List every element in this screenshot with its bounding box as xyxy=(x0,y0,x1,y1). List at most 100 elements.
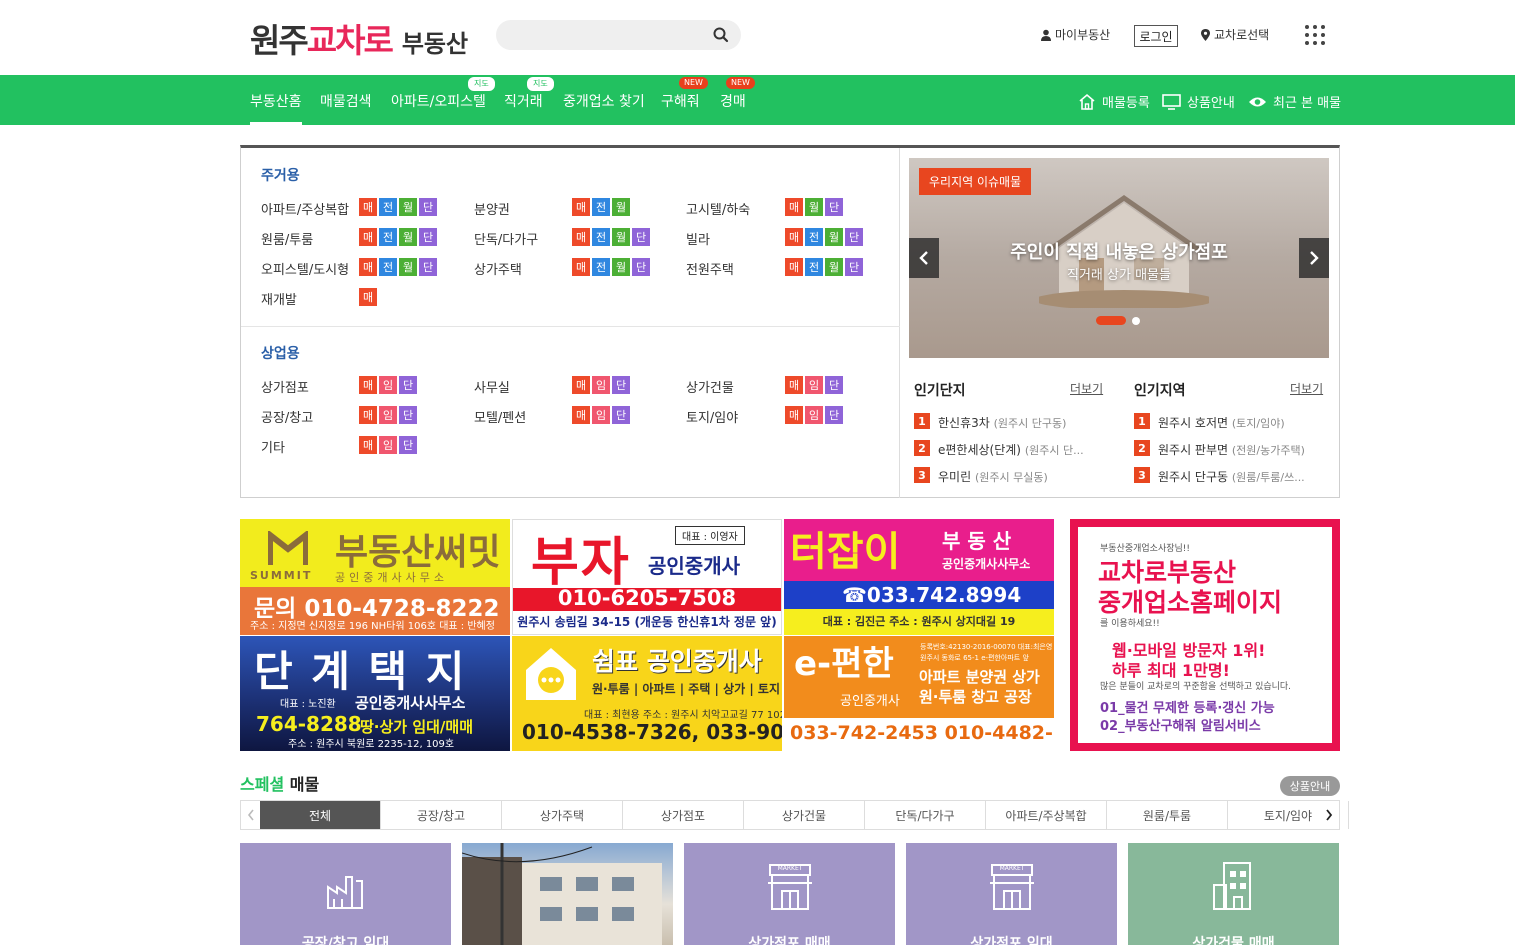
deal-type-badge[interactable]: 매 xyxy=(359,228,377,246)
popular-complex-item[interactable]: e편한세상(단계) (원주시 단... xyxy=(938,441,1098,458)
region-select-link[interactable]: 교차로선택 xyxy=(1200,26,1269,43)
deal-type-badge[interactable]: 단 xyxy=(825,406,843,424)
deal-type-badge[interactable]: 전 xyxy=(592,198,610,216)
category-link[interactable]: 분양권 xyxy=(474,199,510,218)
deal-type-badge[interactable]: 단 xyxy=(632,228,650,246)
popular-complex-item[interactable]: 우미린 (원주시 무실동) xyxy=(938,468,1098,485)
tabs-prev-button[interactable] xyxy=(241,801,260,829)
deal-type-badge[interactable]: 매 xyxy=(572,406,590,424)
deal-type-badge[interactable]: 전 xyxy=(379,198,397,216)
deal-type-badge[interactable]: 단 xyxy=(845,228,863,246)
slider-dot[interactable] xyxy=(1132,316,1140,325)
deal-type-badge[interactable]: 매 xyxy=(359,406,377,424)
special-tab[interactable]: 상가점포 xyxy=(623,801,744,829)
nav-search[interactable]: 매물검색 xyxy=(320,91,372,111)
nav-product-info[interactable]: 상품안내 xyxy=(1162,92,1235,111)
nav-home[interactable]: 부동산홈 xyxy=(250,91,302,125)
tabs-next-button[interactable] xyxy=(1319,801,1339,829)
deal-type-badge[interactable]: 매 xyxy=(785,376,803,394)
nav-find-agency[interactable]: 중개업소 찾기 xyxy=(563,91,645,111)
search-input[interactable] xyxy=(510,25,700,45)
deal-type-badge[interactable]: 월 xyxy=(399,228,417,246)
deal-type-badge[interactable]: 월 xyxy=(399,198,417,216)
special-tab[interactable]: 전체 xyxy=(260,801,381,829)
banner-swipyo[interactable]: 쉼표 공인중개사 원·투룸 | 아파트 | 주택 | 상가 | 토지 | 창고 … xyxy=(512,636,782,751)
deal-type-badge[interactable]: 전 xyxy=(805,228,823,246)
special-card-building-sale[interactable]: 상가건물 매매 xyxy=(1128,843,1339,945)
special-info-button[interactable]: 상품안내 xyxy=(1280,776,1340,796)
category-link[interactable]: 토지/임야 xyxy=(686,407,738,426)
deal-type-badge[interactable]: 매 xyxy=(785,198,803,216)
special-card-store-sale[interactable]: MARKET 상가점포 매매 xyxy=(684,843,895,945)
issue-slider[interactable]: 우리지역 이슈매물 주인이 직접 내놓은 상가점포 직거래 상가 매물들 xyxy=(909,158,1329,358)
deal-type-badge[interactable]: 임 xyxy=(805,406,823,424)
nav-apartment[interactable]: 아파트/오피스텔 지도 xyxy=(391,77,495,111)
deal-type-badge[interactable]: 단 xyxy=(419,228,437,246)
slider-prev-button[interactable] xyxy=(909,238,939,278)
category-link[interactable]: 고시텔/하숙 xyxy=(686,199,750,218)
special-card-photo[interactable] xyxy=(462,843,673,945)
deal-type-badge[interactable]: 전 xyxy=(379,228,397,246)
deal-type-badge[interactable]: 매 xyxy=(572,198,590,216)
deal-type-badge[interactable]: 매 xyxy=(785,228,803,246)
deal-type-badge[interactable]: 임 xyxy=(379,376,397,394)
category-link[interactable]: 상가주택 xyxy=(474,259,522,278)
deal-type-badge[interactable]: 매 xyxy=(572,376,590,394)
deal-type-badge[interactable]: 임 xyxy=(592,376,610,394)
banner-summit[interactable]: 부동산써밋 SUMMIT 공인중개사사무소 문의 010-4728-8222 주… xyxy=(240,519,510,635)
special-tab[interactable]: 단독/다가구 xyxy=(865,801,986,829)
category-link[interactable]: 재개발 xyxy=(261,289,297,308)
deal-type-badge[interactable]: 단 xyxy=(419,258,437,276)
popular-complex-more[interactable]: 더보기 xyxy=(1070,380,1103,397)
deal-type-badge[interactable]: 단 xyxy=(399,406,417,424)
category-link[interactable]: 빌라 xyxy=(686,229,710,248)
deal-type-badge[interactable]: 월 xyxy=(612,258,630,276)
category-link[interactable]: 오피스텔/도시형 xyxy=(261,259,349,278)
deal-type-badge[interactable]: 단 xyxy=(612,376,630,394)
search-icon[interactable] xyxy=(711,25,731,45)
deal-type-badge[interactable]: 임 xyxy=(592,406,610,424)
category-link[interactable]: 공장/창고 xyxy=(261,407,313,426)
deal-type-badge[interactable]: 전 xyxy=(592,228,610,246)
deal-type-badge[interactable]: 매 xyxy=(572,228,590,246)
deal-type-badge[interactable]: 월 xyxy=(612,228,630,246)
deal-type-badge[interactable]: 단 xyxy=(825,198,843,216)
nav-request[interactable]: 구해줘 NEW xyxy=(661,77,708,111)
my-realestate-link[interactable]: 마이부동산 xyxy=(1040,26,1110,43)
category-link[interactable]: 모텔/펜션 xyxy=(474,407,526,426)
deal-type-badge[interactable]: 단 xyxy=(399,436,417,454)
deal-type-badge[interactable]: 매 xyxy=(359,436,377,454)
site-logo[interactable]: 원주 교차로 부동산 xyxy=(250,14,468,60)
banner-teojabi[interactable]: 터잡이 부 동 산 공인중개사사무소 ☎033.742.8994 대표 : 김진… xyxy=(784,519,1054,635)
banner-homepage[interactable]: 부동산중개업소사장님!! 교차로부동산 중개업소홈페이지 를 이용하세요!! 웹… xyxy=(1070,519,1340,751)
special-card-factory[interactable]: 공장/창고 임대 xyxy=(240,843,451,945)
deal-type-badge[interactable]: 월 xyxy=(612,198,630,216)
special-tab[interactable]: 원룸/투룸 xyxy=(1107,801,1228,829)
deal-type-badge[interactable]: 전 xyxy=(379,258,397,276)
deal-type-badge[interactable]: 단 xyxy=(419,198,437,216)
deal-type-badge[interactable]: 단 xyxy=(632,258,650,276)
deal-type-badge[interactable]: 월 xyxy=(805,198,823,216)
deal-type-badge[interactable]: 매 xyxy=(359,258,377,276)
deal-type-badge[interactable]: 매 xyxy=(572,258,590,276)
category-link[interactable]: 단독/다가구 xyxy=(474,229,538,248)
deal-type-badge[interactable]: 매 xyxy=(359,198,377,216)
popular-complex-item[interactable]: 한신휴3차 (원주시 단구동) xyxy=(938,414,1098,431)
deal-type-badge[interactable]: 단 xyxy=(845,258,863,276)
category-link[interactable]: 기타 xyxy=(261,437,285,456)
deal-type-badge[interactable]: 임 xyxy=(379,406,397,424)
slider-dot-active[interactable] xyxy=(1096,316,1126,325)
banner-epyeonhan[interactable]: e-편한 공인중개사 등록번호:42130-2016-00070 대표:최은영 … xyxy=(784,636,1054,751)
category-link[interactable]: 상가점포 xyxy=(261,377,309,396)
deal-type-badge[interactable]: 매 xyxy=(359,288,377,306)
login-button[interactable]: 로그인 xyxy=(1134,25,1178,47)
deal-type-badge[interactable]: 전 xyxy=(805,258,823,276)
deal-type-badge[interactable]: 매 xyxy=(785,258,803,276)
slider-next-button[interactable] xyxy=(1299,238,1329,278)
banner-buja[interactable]: 부자 대표 : 이영자 공인중개사 010-6205-7508 원주시 송림길 … xyxy=(512,519,782,635)
nav-register-listing[interactable]: 매물등록 xyxy=(1078,92,1150,111)
category-link[interactable]: 원룸/투룸 xyxy=(261,229,313,248)
category-link[interactable]: 사무실 xyxy=(474,377,510,396)
deal-type-badge[interactable]: 단 xyxy=(612,406,630,424)
special-card-store-rent[interactable]: MARKET 상가점포 임대 xyxy=(906,843,1117,945)
